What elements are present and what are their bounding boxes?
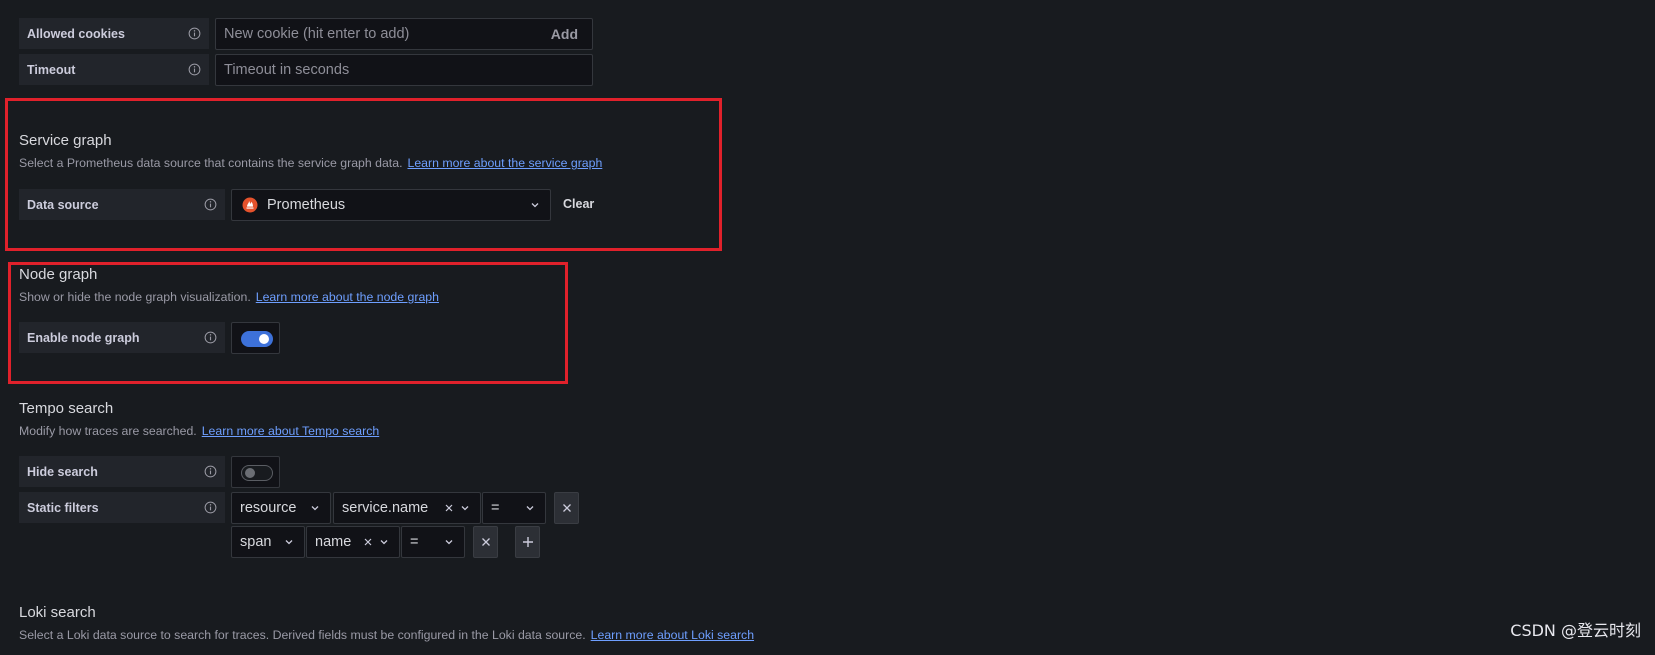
plus-icon bbox=[522, 537, 533, 547]
hide-search-toggle-wrap bbox=[231, 456, 280, 488]
allowed-cookies-label-text: Allowed cookies bbox=[27, 26, 125, 41]
service-graph-learn-more-link[interactable]: Learn more about the service graph bbox=[407, 156, 602, 170]
watermark: CSDN @登云时刻 bbox=[1510, 621, 1641, 640]
chevron-down-icon bbox=[445, 540, 453, 545]
tempo-search-title: Tempo search bbox=[19, 400, 114, 417]
info-icon[interactable] bbox=[204, 501, 217, 514]
data-source-select[interactable]: Prometheus bbox=[231, 189, 551, 221]
allowed-cookies-label: Allowed cookies bbox=[19, 18, 209, 49]
clear-icon[interactable] bbox=[363, 537, 373, 547]
timeout-placeholder: Timeout in seconds bbox=[224, 62, 350, 78]
loki-search-learn-more-link[interactable]: Learn more about Loki search bbox=[591, 628, 754, 642]
enable-node-graph-toggle[interactable] bbox=[241, 331, 273, 347]
service-graph-highlight bbox=[5, 98, 722, 251]
info-icon[interactable] bbox=[188, 27, 201, 40]
service-graph-description-text: Select a Prometheus data source that con… bbox=[19, 156, 403, 170]
timeout-label: Timeout bbox=[19, 54, 209, 85]
filter-tag-value: service.name bbox=[342, 500, 429, 516]
static-filters-label-text: Static filters bbox=[27, 500, 99, 515]
remove-filter-button[interactable] bbox=[473, 526, 498, 558]
tempo-search-description-text: Modify how traces are searched. bbox=[19, 424, 197, 438]
loki-search-description: Select a Loki data source to search for … bbox=[19, 628, 754, 642]
add-cookie-button[interactable]: Add bbox=[551, 26, 578, 42]
hide-search-label: Hide search bbox=[19, 456, 225, 487]
filter-scope-value: span bbox=[240, 534, 272, 550]
toggle-knob bbox=[245, 468, 255, 478]
enable-node-graph-label: Enable node graph bbox=[19, 322, 225, 353]
data-source-label: Data source bbox=[19, 189, 225, 220]
filter-tag-value: name bbox=[315, 534, 352, 550]
clear-icon[interactable] bbox=[444, 503, 454, 513]
chevron-down-icon bbox=[285, 540, 293, 545]
service-graph-description: Select a Prometheus data source that con… bbox=[19, 156, 602, 170]
remove-filter-button[interactable] bbox=[554, 492, 579, 524]
node-graph-title: Node graph bbox=[19, 266, 98, 283]
info-icon[interactable] bbox=[204, 331, 217, 344]
filter-operator-select[interactable]: = bbox=[401, 526, 465, 558]
node-graph-description: Show or hide the node graph visualizatio… bbox=[19, 290, 439, 304]
filter-scope-select[interactable]: span bbox=[231, 526, 305, 558]
node-graph-learn-more-link[interactable]: Learn more about the node graph bbox=[256, 290, 439, 304]
filter-scope-value: resource bbox=[240, 500, 297, 516]
data-source-label-text: Data source bbox=[27, 197, 99, 212]
chevron-down-icon bbox=[526, 506, 534, 511]
chevron-down-icon bbox=[531, 203, 539, 208]
prometheus-icon bbox=[242, 197, 258, 213]
allowed-cookies-input[interactable]: New cookie (hit enter to add) Add bbox=[215, 18, 593, 50]
filter-operator-select[interactable]: = bbox=[482, 492, 546, 524]
filter-tag-select[interactable]: service.name bbox=[333, 492, 481, 524]
enable-node-graph-label-text: Enable node graph bbox=[27, 330, 140, 345]
loki-search-title: Loki search bbox=[19, 604, 96, 621]
info-icon[interactable] bbox=[204, 465, 217, 478]
info-icon[interactable] bbox=[204, 198, 217, 211]
service-graph-title: Service graph bbox=[19, 132, 112, 149]
filter-operator-value: = bbox=[491, 500, 500, 516]
data-source-value: Prometheus bbox=[267, 197, 346, 213]
enable-node-graph-toggle-wrap bbox=[231, 322, 280, 354]
timeout-label-text: Timeout bbox=[27, 62, 76, 77]
chevron-down-icon bbox=[311, 506, 319, 511]
loki-search-description-text: Select a Loki data source to search for … bbox=[19, 628, 586, 642]
toggle-knob bbox=[259, 334, 269, 344]
tempo-search-description: Modify how traces are searched. Learn mor… bbox=[19, 424, 379, 438]
hide-search-toggle[interactable] bbox=[241, 465, 273, 481]
info-icon[interactable] bbox=[188, 63, 201, 76]
close-icon bbox=[562, 504, 571, 512]
node-graph-description-text: Show or hide the node graph visualizatio… bbox=[19, 290, 251, 304]
filter-tag-select[interactable]: name bbox=[306, 526, 400, 558]
allowed-cookies-placeholder: New cookie (hit enter to add) bbox=[224, 26, 410, 42]
chevron-down-icon bbox=[380, 540, 388, 545]
close-icon bbox=[481, 538, 490, 546]
tempo-search-learn-more-link[interactable]: Learn more about Tempo search bbox=[202, 424, 380, 438]
filter-scope-select[interactable]: resource bbox=[231, 492, 331, 524]
chevron-down-icon bbox=[461, 506, 469, 511]
hide-search-label-text: Hide search bbox=[27, 464, 98, 479]
static-filters-label: Static filters bbox=[19, 492, 225, 523]
timeout-input[interactable]: Timeout in seconds bbox=[215, 54, 593, 86]
add-filter-button[interactable] bbox=[515, 526, 540, 558]
filter-operator-value: = bbox=[410, 534, 419, 550]
clear-button[interactable]: Clear bbox=[563, 197, 594, 211]
